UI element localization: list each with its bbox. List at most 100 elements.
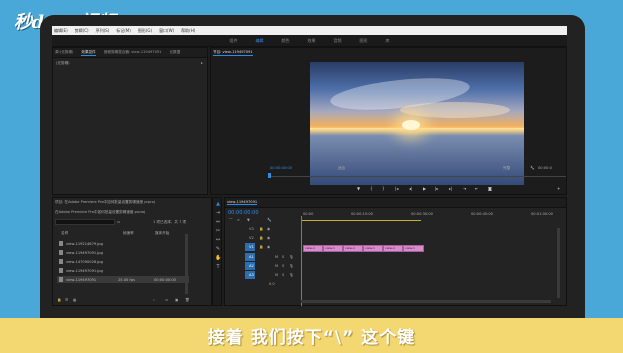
bin-icon[interactable]: ▭: [117, 220, 120, 224]
solo-icon[interactable]: S: [282, 264, 284, 268]
track-a3[interactable]: A3: [249, 273, 254, 277]
marker-icon[interactable]: ▼: [357, 186, 360, 191]
add-marker-icon[interactable]: ▼: [247, 218, 250, 222]
new-item-icon[interactable]: ▣: [175, 298, 178, 302]
find-icon[interactable]: ⌕: [153, 298, 155, 302]
go-to-in-icon[interactable]: |◂: [395, 186, 398, 191]
step-back-icon[interactable]: ◂|: [409, 186, 412, 191]
ripple-edit-icon[interactable]: ⇔: [215, 219, 221, 225]
workspace-audio[interactable]: 音频: [334, 38, 342, 44]
clip[interactable]: view-1: [363, 245, 383, 252]
mic-icon[interactable]: 🎙: [289, 264, 294, 268]
track-v2[interactable]: V2: [249, 236, 254, 240]
mic-icon[interactable]: 🎙: [289, 255, 294, 259]
timeline-timecode[interactable]: 00:00:00:00: [228, 210, 259, 216]
list-view-icon[interactable]: ☰: [65, 298, 68, 302]
list-item-selected[interactable]: view-119497091 25.00 fps 00:00:00:00: [57, 276, 189, 283]
menu-graphics[interactable]: 图形(G): [138, 28, 152, 34]
lock-icon[interactable]: 🔒: [57, 298, 61, 302]
icon-view-icon[interactable]: ▦: [73, 298, 76, 302]
menu-edit[interactable]: 编辑(E): [54, 28, 68, 34]
workspace-libraries[interactable]: 库: [386, 38, 390, 44]
menu-clip[interactable]: 剪辑(C): [75, 28, 89, 34]
track-a1[interactable]: A1: [249, 255, 254, 259]
mute-icon[interactable]: M: [275, 273, 278, 277]
overwrite-icon[interactable]: ⇤: [475, 186, 478, 191]
work-area-bar[interactable]: [301, 220, 421, 221]
list-item[interactable]: view-119497091.jpg: [59, 249, 103, 256]
track-a2[interactable]: A2: [249, 264, 254, 268]
tab-source[interactable]: 源:(无剪辑): [55, 50, 73, 55]
program-fit-select[interactable]: 适合: [338, 166, 345, 171]
track-v1[interactable]: V1: [249, 245, 254, 249]
hand-icon[interactable]: ✋: [215, 255, 221, 261]
menu-marker[interactable]: 标记(M): [116, 28, 131, 34]
export-frame-icon[interactable]: ◙: [488, 186, 492, 191]
solo-icon[interactable]: S: [282, 255, 284, 259]
column-frame-rate[interactable]: 帧速率: [123, 231, 134, 236]
razor-icon[interactable]: ✂: [215, 228, 221, 234]
workspace-assembly[interactable]: 组件: [230, 38, 238, 44]
menu-sequence[interactable]: 序列(S): [96, 28, 110, 34]
master-volume[interactable]: 0.0: [269, 282, 275, 286]
tab-program[interactable]: 节目: view-119497091: [213, 50, 253, 56]
eye-icon[interactable]: ◉: [267, 227, 270, 231]
project-scrollbar[interactable]: [185, 234, 188, 294]
step-forward-icon[interactable]: |▸: [435, 186, 438, 191]
pen-icon[interactable]: ✎: [215, 246, 221, 252]
source-panel-menu-icon[interactable]: ▸: [201, 61, 203, 65]
mark-in-icon[interactable]: {: [370, 186, 373, 191]
go-to-out-icon[interactable]: ▸|: [449, 186, 452, 191]
mic-icon[interactable]: 🎙: [289, 273, 294, 277]
clip[interactable]: view-1: [343, 245, 363, 252]
eye-icon[interactable]: ◉: [267, 236, 270, 240]
mark-out-icon[interactable]: }: [382, 186, 385, 191]
delete-icon[interactable]: 🗑: [185, 298, 190, 302]
insert-icon[interactable]: ⇥: [463, 186, 466, 191]
track-select-icon[interactable]: ⇥: [215, 210, 221, 216]
list-item[interactable]: view-119497091.jpg: [59, 267, 103, 274]
mute-icon[interactable]: M: [275, 255, 278, 259]
new-bin-icon[interactable]: ▭: [165, 298, 168, 302]
snap-icon[interactable]: ⌒: [229, 218, 233, 223]
type-icon[interactable]: T: [215, 264, 221, 270]
workspace-graphics[interactable]: 图形: [360, 38, 368, 44]
play-icon[interactable]: ▶: [423, 186, 426, 191]
timeline-playhead[interactable]: [301, 216, 302, 306]
list-item[interactable]: view-147090026.jpg: [59, 258, 103, 265]
track-v3[interactable]: V3: [249, 227, 254, 231]
clip[interactable]: view-1: [403, 245, 424, 252]
add-button-icon[interactable]: +: [557, 186, 560, 191]
workspace-editing[interactable]: 编辑: [256, 38, 264, 44]
tab-sequence[interactable]: view-119497091: [227, 200, 258, 205]
list-item[interactable]: view-119214679.jpg: [59, 240, 103, 247]
link-icon[interactable]: ∞: [237, 218, 240, 222]
wrench-icon[interactable]: 🔧: [530, 166, 534, 170]
program-playhead[interactable]: [268, 173, 271, 178]
mute-icon[interactable]: M: [275, 264, 278, 268]
timeline-horizontal-scrollbar[interactable]: [301, 300, 551, 303]
clip[interactable]: view-1: [303, 245, 323, 252]
lock-icon[interactable]: 🔒: [259, 245, 263, 249]
selection-tool-icon[interactable]: ▲: [215, 201, 221, 207]
program-quality-select[interactable]: 完整: [503, 166, 510, 171]
workspace-effects[interactable]: 效果: [308, 38, 316, 44]
wrench-icon[interactable]: 🔧: [267, 218, 271, 222]
lock-icon[interactable]: 🔒: [259, 236, 263, 240]
lock-icon[interactable]: 🔒: [259, 227, 263, 231]
column-name[interactable]: 名称: [61, 231, 68, 236]
program-timecode[interactable]: 00:00:00:00: [270, 166, 292, 170]
eye-icon[interactable]: ◉: [267, 245, 270, 249]
menu-window[interactable]: 窗口(W): [159, 28, 174, 34]
menu-help[interactable]: 帮助(H): [181, 28, 195, 34]
tab-metadata[interactable]: 元数据: [169, 50, 180, 55]
tab-effect-controls[interactable]: 效果控件: [81, 50, 96, 56]
program-scrubber[interactable]: [268, 176, 566, 177]
project-search-input[interactable]: [55, 219, 115, 225]
slip-icon[interactable]: ↔: [215, 237, 221, 243]
tab-audio-mixer[interactable]: 音频剪辑混合器: view-119497091: [104, 50, 162, 55]
clip[interactable]: view-1: [323, 245, 343, 252]
clip[interactable]: view-1: [383, 245, 403, 252]
column-media-start[interactable]: 媒体开始: [155, 231, 169, 236]
workspace-color[interactable]: 颜色: [282, 38, 290, 44]
